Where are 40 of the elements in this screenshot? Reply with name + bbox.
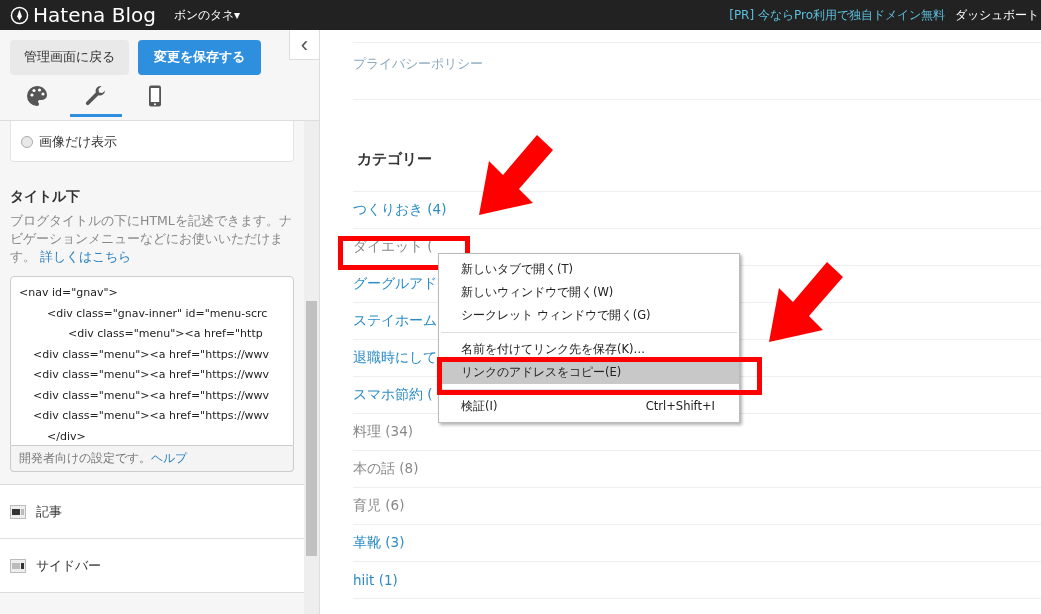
category-link[interactable]: グーグルアド <box>353 275 437 293</box>
palette-icon <box>25 84 49 108</box>
section-item[interactable]: サイドバー <box>0 539 304 593</box>
code-field[interactable]: <nav id="gnav"> <div class="gnav-inner" id="menu-scrc <div class="menu"><a href="http <div class="menu"><a href="https://wwv <div class="menu"><a href="https://wwv <div class="menu"><a href="https://wwv <div class="menu"><a href="https://wwv </div> <box>10 276 294 446</box>
wrench-icon <box>84 84 108 108</box>
radio-label: 画像だけ表示 <box>39 133 117 151</box>
menu-item[interactable]: 名前を付けてリンク先を保存(K)… <box>439 338 739 361</box>
layout-icon <box>10 504 26 519</box>
category-link[interactable]: つくりおき (4) <box>353 201 447 219</box>
layout-icon <box>10 558 26 573</box>
category-link[interactable]: hiit (1) <box>353 572 398 588</box>
category-link[interactable]: 育児 (6) <box>353 497 405 515</box>
help-link[interactable]: ヘルプ <box>151 451 187 465</box>
back-button[interactable]: 管理画面に戻る <box>10 39 129 75</box>
section-item[interactable]: 記事 <box>0 485 304 539</box>
menu-item[interactable]: シークレット ウィンドウで開く(G) <box>439 304 739 327</box>
logo-text[interactable]: Hatena Blog <box>33 3 156 27</box>
description-text: ブログタイトルの下にHTMLを記述できます。ナビゲーションメニューなどにお使いいただけます。 詳しくはこちら <box>10 212 293 266</box>
radio-button[interactable] <box>21 136 33 148</box>
scrollbar[interactable] <box>304 121 319 614</box>
developer-note: 開発者向けの設定です。 <box>19 451 151 465</box>
blog-menu[interactable]: ボンのタネ▾ <box>173 6 240 24</box>
category-link[interactable]: 革靴 (3) <box>353 534 405 552</box>
category-heading: カテゴリー <box>357 150 433 170</box>
menu-item[interactable]: 新しいタブで開く(T) <box>439 258 739 281</box>
logo-icon <box>10 5 29 25</box>
menu-item[interactable]: リンクのアドレスをコピー(E) <box>439 361 739 384</box>
menu-item[interactable]: 新しいウィンドウで開く(W) <box>439 281 739 304</box>
tab[interactable] <box>70 84 122 117</box>
category-link[interactable]: 料理 (34) <box>353 423 413 441</box>
category-link[interactable]: 退職時にして <box>353 349 437 367</box>
category-link[interactable]: ステイホーム <box>353 312 437 330</box>
promo-link[interactable]: [PR] 今ならPro利用で独自ドメイン無料 <box>729 6 945 24</box>
dashboard-link[interactable]: ダッシュボート <box>955 6 1039 24</box>
collapse-button[interactable]: ‹ <box>289 30 319 60</box>
details-link[interactable]: 詳しくはこちら <box>40 249 131 264</box>
menu-item[interactable]: 検証(I) Ctrl+Shift+I <box>439 395 739 418</box>
section-title: タイトル下 <box>10 188 81 206</box>
category-link[interactable]: 本の話 (8) <box>353 460 419 478</box>
category-link[interactable]: スマホ節約 ( <box>353 386 433 404</box>
